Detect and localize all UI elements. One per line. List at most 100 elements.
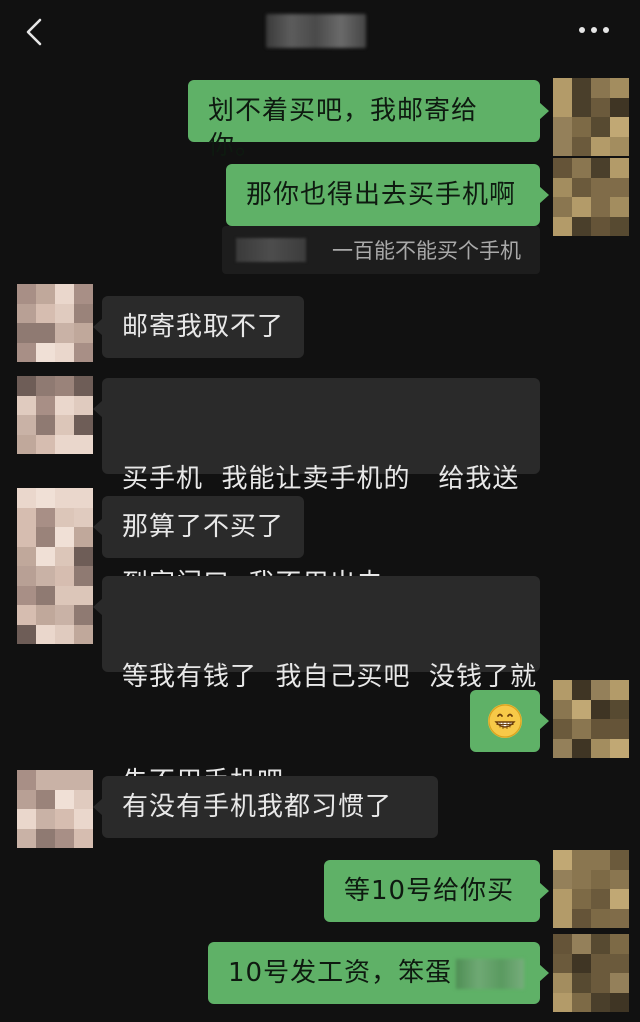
message-text: 那你也得出去买手机啊 (246, 180, 517, 210)
avatar-mosaic-cell (553, 850, 572, 870)
contact-avatar[interactable] (17, 284, 93, 362)
avatar-mosaic-cell (610, 78, 629, 98)
contact-name-redacted (266, 14, 366, 48)
avatar-mosaic-cell (74, 546, 93, 566)
avatar-mosaic-cell (55, 342, 74, 362)
avatar-mosaic-cell (36, 434, 55, 454)
avatar-mosaic-cell (17, 303, 36, 323)
avatar-mosaic-cell (17, 342, 36, 362)
avatar-mosaic-cell (610, 719, 629, 739)
message-bubble-self[interactable] (470, 690, 549, 752)
self-avatar[interactable] (553, 158, 629, 236)
avatar-mosaic-cell (36, 527, 55, 547)
avatar-mosaic-cell (591, 680, 610, 700)
avatar-mosaic-cell (36, 284, 55, 304)
avatar-mosaic-cell (591, 136, 610, 156)
self-avatar[interactable] (553, 934, 629, 1012)
avatar-mosaic-cell (74, 624, 93, 644)
message-text: 划不着买吧，我邮寄给你。 (208, 96, 479, 161)
avatar-mosaic-cell (17, 507, 36, 527)
avatar-mosaic-cell (55, 789, 74, 809)
message-bubble-other[interactable]: 有没有手机我都习惯了 (93, 776, 438, 838)
message-text-line: 买手机 我能让卖手机的 给我送 (122, 464, 520, 494)
self-avatar[interactable] (553, 680, 629, 758)
message-bubble-self[interactable]: 10号发工资，笨蛋 (208, 942, 549, 1004)
avatar-mosaic-cell (36, 376, 55, 396)
avatar-mosaic-cell (74, 488, 93, 508)
self-avatar[interactable] (553, 78, 629, 156)
message-bubble-other[interactable]: 等我有钱了 我自己买吧 没钱了就 先不用手机吧 (93, 576, 540, 797)
avatar-mosaic-cell (553, 738, 572, 758)
message-bubble-self[interactable]: 那你也得出去买手机啊 (226, 164, 549, 226)
avatar-mosaic-cell (553, 117, 572, 137)
avatar-mosaic-cell (74, 566, 93, 586)
avatar-mosaic-cell (36, 415, 55, 435)
redacted-name (456, 958, 525, 989)
avatar-mosaic-cell (553, 97, 572, 117)
avatar-mosaic-cell (572, 680, 591, 700)
avatar-mosaic-cell (17, 546, 36, 566)
avatar-mosaic-cell (553, 197, 572, 217)
avatar-mosaic-cell (610, 953, 629, 973)
avatar-mosaic-cell (572, 889, 591, 909)
quoted-sender-redacted (236, 238, 306, 262)
avatar-mosaic-cell (610, 699, 629, 719)
avatar-mosaic-cell (572, 216, 591, 236)
avatar-mosaic-cell (36, 507, 55, 527)
avatar-mosaic-cell (17, 376, 36, 396)
avatar-mosaic-cell (55, 434, 74, 454)
avatar-mosaic-cell (55, 488, 74, 508)
message-bubble-self[interactable]: 等10号给你买 (324, 860, 549, 922)
avatar-mosaic-cell (17, 789, 36, 809)
self-avatar[interactable] (553, 850, 629, 928)
avatar-mosaic-cell (591, 177, 610, 197)
more-dots-icon (579, 27, 609, 33)
avatar-mosaic-cell (591, 699, 610, 719)
avatar-mosaic-cell (55, 809, 74, 829)
avatar-mosaic-cell (74, 323, 93, 343)
avatar-mosaic-cell (572, 850, 591, 870)
avatar-mosaic-cell (591, 78, 610, 98)
chat-header (0, 0, 640, 64)
avatar-mosaic-cell (610, 908, 629, 928)
avatar-mosaic-cell (553, 680, 572, 700)
message-text: 等10号给你买 (344, 876, 515, 906)
contact-avatar[interactable] (17, 488, 93, 566)
message-bubble-self[interactable]: 划不着买吧，我邮寄给你。 (188, 80, 549, 161)
avatar-mosaic-cell (55, 507, 74, 527)
avatar-mosaic-cell (17, 770, 36, 790)
avatar-mosaic-cell (74, 395, 93, 415)
avatar-mosaic-cell (572, 934, 591, 954)
avatar-mosaic-cell (17, 434, 36, 454)
more-button[interactable] (574, 18, 614, 42)
quoted-message[interactable]: 一百能不能买个手机 (222, 226, 540, 274)
contact-avatar[interactable] (17, 376, 93, 454)
avatar-mosaic-cell (610, 869, 629, 889)
avatar-mosaic-cell (36, 303, 55, 323)
contact-avatar[interactable] (17, 770, 93, 848)
avatar-mosaic-cell (610, 680, 629, 700)
avatar-mosaic-cell (610, 992, 629, 1012)
avatar-mosaic-cell (17, 323, 36, 343)
avatar-mosaic-cell (55, 585, 74, 605)
grinning-face-emoji-icon (488, 704, 522, 738)
message-text: 10号发工资，笨蛋 (228, 958, 453, 988)
avatar-mosaic-cell (591, 850, 610, 870)
message-bubble-other[interactable]: 邮寄我取不了 (93, 296, 304, 358)
avatar-mosaic-cell (610, 158, 629, 178)
back-button[interactable] (14, 12, 54, 52)
avatar-mosaic-cell (553, 177, 572, 197)
avatar-mosaic-cell (591, 869, 610, 889)
avatar-mosaic-cell (610, 136, 629, 156)
avatar-mosaic-cell (74, 605, 93, 625)
avatar-mosaic-cell (553, 699, 572, 719)
message-text-line: 等我有钱了 我自己买吧 没钱了就 (122, 662, 538, 692)
message-bubble-other[interactable]: 那算了不买了 (93, 496, 304, 558)
message-bubble-other[interactable]: 买手机 我能让卖手机的 给我送 到家门口 我不用出去 (93, 378, 540, 599)
avatar-mosaic-cell (74, 434, 93, 454)
avatar-mosaic-cell (36, 789, 55, 809)
avatar-mosaic-cell (572, 719, 591, 739)
avatar-mosaic-cell (74, 376, 93, 396)
contact-avatar[interactable] (17, 566, 93, 644)
avatar-mosaic-cell (591, 158, 610, 178)
